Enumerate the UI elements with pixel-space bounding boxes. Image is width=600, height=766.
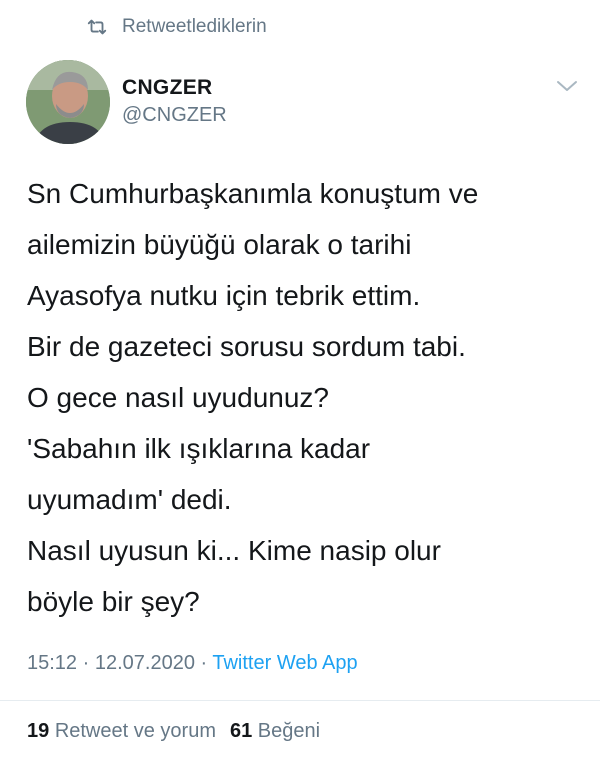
tweet-date[interactable]: 12.07.2020 xyxy=(95,652,195,674)
tweet-stats: 19 Retweet ve yorum 61 Beğeni xyxy=(27,720,320,743)
tweet-meta: 15:12 · 12.07.2020 · Twitter Web App xyxy=(27,652,358,675)
chevron-down-icon[interactable] xyxy=(556,78,578,94)
retweet-context-label: Retweetlediklerin xyxy=(122,16,267,37)
meta-separator: · xyxy=(194,652,213,674)
tweet-time[interactable]: 15:12 xyxy=(27,652,77,674)
tweet-text-line: 'Sabahın ilk ışıklarına kadar xyxy=(27,433,371,464)
tweet-text-line: Sn Cumhurbaşkanımla konuştum ve xyxy=(27,178,479,209)
likes-label: Beğeni xyxy=(257,720,321,742)
tweet-text-line: uyumadım' dedi. xyxy=(27,484,232,515)
avatar-image xyxy=(26,60,110,144)
likes-stat[interactable]: 61 Beğeni xyxy=(230,720,320,742)
retweet-context: Retweetlediklerin xyxy=(86,16,267,38)
display-name[interactable]: CNGZER xyxy=(122,76,212,100)
tweet-source-link[interactable]: Twitter Web App xyxy=(212,652,357,674)
tweet-text-line: ailemizin büyüğü olarak o tarihi xyxy=(27,229,412,260)
retweets-label: Retweet ve yorum xyxy=(54,720,216,742)
tweet-text-line: Nasıl uyusun ki... Kime nasip olur xyxy=(27,535,441,566)
tweet-text-line: böyle bir şey? xyxy=(27,586,200,617)
retweets-stat[interactable]: 19 Retweet ve yorum xyxy=(27,720,216,742)
likes-count: 61 xyxy=(229,720,253,742)
retweets-count: 19 xyxy=(27,720,50,742)
tweet-text: Sn Cumhurbaşkanımla konuştum ve ailemizi… xyxy=(27,168,587,627)
username[interactable]: @CNGZER xyxy=(122,104,227,127)
tweet-text-line: O gece nasıl uyudunuz? xyxy=(27,382,329,413)
tweet-text-line: Bir de gazeteci sorusu sordum tabi. xyxy=(27,331,466,362)
divider xyxy=(0,700,600,701)
tweet-text-line: Ayasofya nutku için tebrik ettim. xyxy=(27,280,421,311)
retweet-icon xyxy=(87,19,107,35)
avatar[interactable] xyxy=(26,60,110,144)
meta-separator: · xyxy=(77,652,95,674)
